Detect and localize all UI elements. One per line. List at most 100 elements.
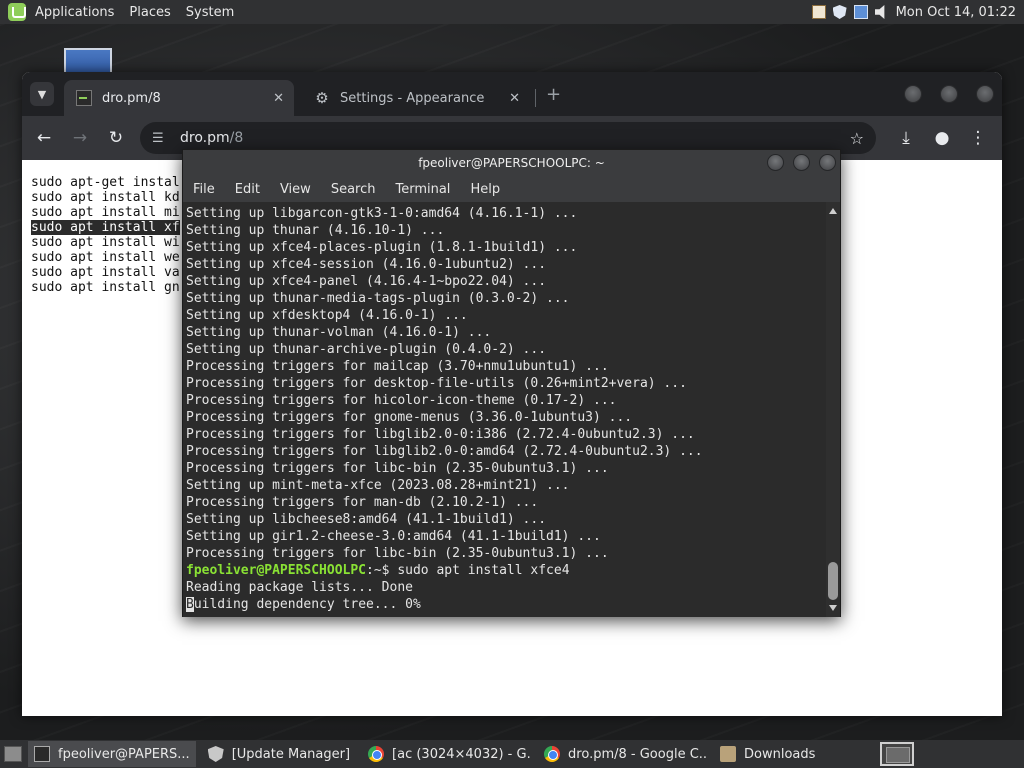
taskbar-item[interactable]: [ac (3024×4032) - G... [362, 741, 532, 767]
terminal-line: Processing triggers for libc-bin (2.35-0… [186, 461, 609, 476]
prompt-path: :~$ [366, 563, 398, 578]
terminal-line: Setting up thunar (4.16.10-1) ... [186, 223, 445, 238]
taskbar-item-label: fpeoliver@PAPERS... [58, 746, 190, 762]
minimize-button[interactable] [767, 154, 784, 171]
taskbar-item[interactable]: fpeoliver@PAPERS... [28, 741, 196, 767]
tab-dro-pm[interactable]: dro.pm/8 ✕ [64, 80, 294, 116]
url-text[interactable]: dro.pm/8 [180, 130, 243, 146]
minimize-button[interactable] [904, 85, 922, 103]
menu-view[interactable]: View [280, 182, 311, 197]
kebab-menu-icon[interactable]: ⋮ [968, 128, 988, 148]
tab-title: dro.pm/8 [102, 90, 161, 106]
menu-file[interactable]: File [193, 182, 215, 197]
reload-icon[interactable]: ↻ [106, 128, 126, 148]
page-line: sudo apt install kd [31, 190, 180, 205]
menu-applications[interactable]: Applications [35, 5, 114, 20]
terminal-line: Setting up mint-meta-xfce (2023.08.28+mi… [186, 478, 570, 493]
download-icon[interactable]: ⤓ [896, 128, 916, 148]
close-icon[interactable]: ✕ [273, 91, 284, 106]
network-icon[interactable] [853, 5, 868, 19]
terminal-window: fpeoliver@PAPERSCHOOLPC: ~ File Edit Vie… [182, 149, 841, 617]
scrollbar-thumb[interactable] [828, 562, 838, 600]
terminal-line: Processing triggers for mailcap (3.70+nm… [186, 359, 609, 374]
maximize-button[interactable] [793, 154, 810, 171]
menu-edit[interactable]: Edit [235, 182, 260, 197]
chrome-icon [544, 746, 561, 762]
terminal-line: Setting up xfce4-panel (4.16.4-1~bpo22.0… [186, 274, 547, 289]
prompt-user: fpeoliver@PAPERSCHOOLPC [186, 563, 367, 578]
terminal-favicon-icon [76, 90, 92, 106]
terminal-menubar: File Edit View Search Terminal Help [183, 176, 840, 202]
chrome-tab-bar: ▼ dro.pm/8 ✕ ⚙ Settings - Appearance ✕ + [22, 72, 1002, 116]
taskbar-item[interactable]: dro.pm/8 - Google C... [538, 741, 708, 767]
terminal-line: Setting up gir1.2-cheese-3.0:amd64 (41.1… [186, 529, 601, 544]
terminal-scrollbar[interactable] [826, 202, 840, 617]
terminal-line: Setting up thunar-archive-plugin (0.4.0-… [186, 342, 547, 357]
url-host: dro.pm [180, 130, 230, 146]
close-window-button[interactable] [819, 154, 836, 171]
forward-arrow-icon[interactable]: → [70, 128, 90, 148]
scroll-up-icon[interactable] [829, 208, 837, 214]
terminal-line: Reading package lists... Done [186, 580, 413, 595]
terminal-line: Setting up thunar-volman (4.16.0-1) ... [186, 325, 492, 340]
window-list: fpeoliver@PAPERS... [Update Manager] [ac (… [22, 741, 821, 767]
prompt-command: sudo apt install xfce4 [397, 563, 570, 578]
terminal-titlebar[interactable]: fpeoliver@PAPERSCHOOLPC: ~ [183, 150, 840, 176]
terminal-line: Processing triggers for libglib2.0-0:i38… [186, 427, 695, 442]
site-info-icon[interactable]: ☰ [152, 131, 168, 146]
terminal-line: Setting up xfce4-places-plugin (1.8.1-1b… [186, 240, 578, 255]
taskbar-item[interactable]: Downloads [714, 741, 821, 767]
terminal-line: Setting up thunar-media-tags-plugin (0.3… [186, 291, 570, 306]
folder-icon [720, 746, 737, 762]
clock[interactable]: Mon Oct 14, 01:22 [896, 5, 1016, 20]
taskbar-item-label: [ac (3024×4032) - G... [392, 746, 533, 762]
notes-icon[interactable] [811, 5, 826, 19]
maximize-button[interactable] [940, 85, 958, 103]
shield-icon [207, 746, 224, 762]
page-line: sudo apt install we [31, 250, 180, 265]
tab-title: Settings - Appearance [340, 90, 485, 106]
back-arrow-icon[interactable]: ← [34, 128, 54, 148]
shield-icon[interactable] [832, 5, 847, 19]
page-line: sudo apt install wi [31, 235, 180, 250]
menu-terminal[interactable]: Terminal [395, 182, 450, 197]
show-desktop-icon[interactable] [4, 746, 22, 762]
tab-separator [535, 89, 536, 107]
scroll-down-icon[interactable] [829, 605, 837, 611]
terminal-line: Processing triggers for desktop-file-uti… [186, 376, 687, 391]
chevron-down-icon: ▼ [37, 87, 47, 101]
page-line: sudo apt-get instal [31, 175, 180, 190]
terminal-prompt-line: fpeoliver@PAPERSCHOOLPC:~$ sudo apt inst… [186, 562, 828, 579]
menu-system[interactable]: System [186, 5, 234, 20]
terminal-line: Processing triggers for hicolor-icon-the… [186, 393, 617, 408]
bookmark-star-icon[interactable]: ☆ [850, 129, 864, 148]
terminal-line: Setting up libgarcon-gtk3-1-0:amd64 (4.1… [186, 206, 578, 221]
terminal-line: Processing triggers for libglib2.0-0:amd… [186, 444, 703, 459]
profile-icon[interactable]: ● [932, 128, 952, 148]
tab-search-button[interactable]: ▼ [30, 82, 54, 106]
page-line: sudo apt install gn [31, 280, 180, 295]
mint-logo-icon[interactable] [8, 3, 26, 21]
terminal-line: Setting up xfce4-session (4.16.0-1ubuntu… [186, 257, 547, 272]
menu-places[interactable]: Places [129, 5, 170, 20]
terminal-output[interactable]: Setting up libgarcon-gtk3-1-0:amd64 (4.1… [183, 202, 828, 617]
taskbar-item-label: Downloads [744, 746, 816, 762]
terminal-line: Setting up libcheese8:amd64 (41.1-1build… [186, 512, 547, 527]
top-panel: Applications Places System Mon Oct 14, 0… [0, 0, 1024, 24]
terminal-line: Processing triggers for man-db (2.10.2-1… [186, 495, 539, 510]
terminal-output-lines: Setting up libgarcon-gtk3-1-0:amd64 (4.1… [186, 205, 828, 562]
terminal-title: fpeoliver@PAPERSCHOOLPC: ~ [418, 156, 605, 170]
page-line: sudo apt install va [31, 265, 180, 280]
workspace-switcher[interactable] [880, 742, 914, 766]
close-icon[interactable]: ✕ [509, 91, 520, 106]
gear-icon: ⚙ [315, 89, 329, 107]
menu-help[interactable]: Help [470, 182, 500, 197]
tab-settings-appearance[interactable]: ⚙ Settings - Appearance ✕ [302, 80, 530, 116]
taskbar-item[interactable]: [Update Manager] [202, 741, 356, 767]
new-tab-button[interactable]: + [546, 84, 561, 105]
chrome-icon [368, 746, 385, 762]
menu-search[interactable]: Search [331, 182, 376, 197]
volume-icon[interactable] [874, 5, 885, 19]
taskbar-item-label: dro.pm/8 - Google C... [568, 746, 709, 762]
close-window-button[interactable] [976, 85, 994, 103]
